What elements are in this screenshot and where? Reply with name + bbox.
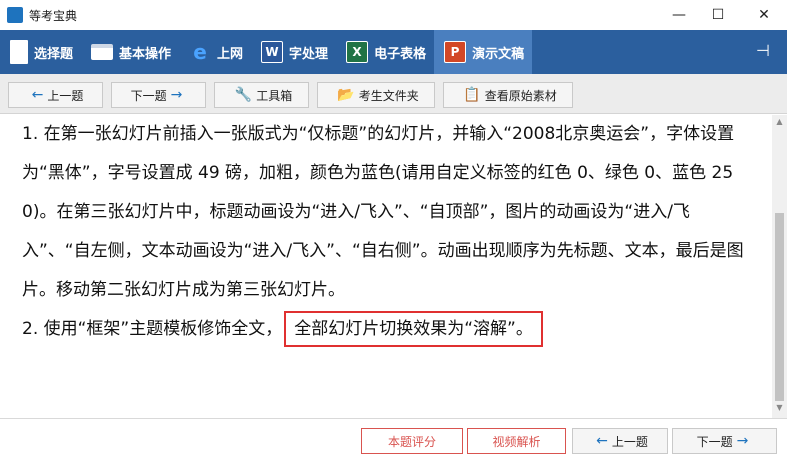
view-original-button[interactable]: 📋 查看原始素材 [443,82,573,108]
tab-basic-operations[interactable]: 基本操作 [81,30,179,74]
arrow-left-icon: ← [596,433,608,449]
bottom-prev-button[interactable]: ← 上一题 [572,428,668,454]
tab-presentation[interactable]: P 演示文稿 [434,30,533,74]
question-item-2: 2. 使用“框架”主题模板修饰全文， 全部幻灯片切换效果为“溶解”。 [22,310,750,349]
app-logo-icon [7,7,23,23]
tab-label: 演示文稿 [472,46,525,62]
score-question-button[interactable]: 本题评分 [361,428,463,454]
arrow-left-icon: ← [31,87,44,103]
scrollbar-thumb[interactable] [775,213,784,401]
button-label: 上一题 [47,88,84,103]
pin-icon[interactable]: ⊣ [752,41,774,63]
main-toolbar: 选择题 基本操作 e 上网 W 字处理 X 电子表格 P 演示文稿 [0,30,787,74]
video-explanation-button[interactable]: 视频解析 [467,428,566,454]
folder-icon: 📂 [337,87,355,103]
next-question-button[interactable]: 下一题 → [111,82,206,108]
ie-icon: e [193,40,207,64]
excel-icon: X [346,41,369,63]
tab-label: 选择题 [34,46,74,62]
document-icon [10,40,28,64]
tab-label: 上网 [217,46,244,62]
question-text: 1. 在第一张幻灯片前插入一张版式为“仅标题”的幻灯片，并输入“2008北京奥运… [22,115,750,349]
button-label: 上一题 [611,434,648,449]
vertical-scrollbar[interactable]: ▲ ▼ [772,115,787,418]
tab-label: 字处理 [289,46,329,62]
wrench-icon: 🔧 [234,87,253,103]
window-icon [91,44,114,60]
tab-label: 电子表格 [374,46,427,62]
bottom-next-button[interactable]: 下一题 → [672,428,777,454]
prev-question-button[interactable]: ← 上一题 [8,82,103,108]
button-label: 查看原始素材 [484,88,557,103]
clipboard-icon: 📋 [463,87,481,103]
toolbox-button[interactable]: 🔧 工具箱 [214,82,309,108]
scroll-down-icon[interactable]: ▼ [772,403,787,415]
question-panel: 1. 在第一张幻灯片前插入一张版式为“仅标题”的幻灯片，并输入“2008北京奥运… [0,115,772,418]
button-label: 工具箱 [256,88,293,103]
bottom-bar: 本题评分 视频解析 ← 上一题 下一题 → [0,418,787,470]
question-item-2-lead: 2. 使用“框架”主题模板修饰全文， [22,319,283,339]
button-label: 下一题 [130,88,167,103]
sub-toolbar: ← 上一题 下一题 → 🔧 工具箱 📂 考生文件夹 📋 查看原始素材 [0,74,787,114]
tab-label: 基本操作 [119,46,172,62]
student-folder-button[interactable]: 📂 考生文件夹 [317,82,435,108]
arrow-right-icon: → [736,433,749,449]
arrow-right-icon: → [170,87,183,103]
button-label: 考生文件夹 [358,88,419,103]
scroll-up-icon[interactable]: ▲ [772,117,787,129]
tab-spreadsheet[interactable]: X 电子表格 [336,30,434,74]
highlighted-requirement: 全部幻灯片切换效果为“溶解”。 [284,311,543,347]
tab-internet[interactable]: e 上网 [179,30,251,74]
powerpoint-icon: P [444,41,467,63]
button-label: 下一题 [696,434,733,449]
word-icon: W [261,41,284,63]
tab-word-processing[interactable]: W 字处理 [251,30,336,74]
tab-multiple-choice[interactable]: 选择题 [0,30,81,74]
maximize-button[interactable]: ☐ [695,0,741,30]
window-title: 等考宝典 [29,8,78,23]
close-button[interactable]: ✕ [741,0,787,30]
question-item-1: 1. 在第一张幻灯片前插入一张版式为“仅标题”的幻灯片，并输入“2008北京奥运… [22,124,744,300]
